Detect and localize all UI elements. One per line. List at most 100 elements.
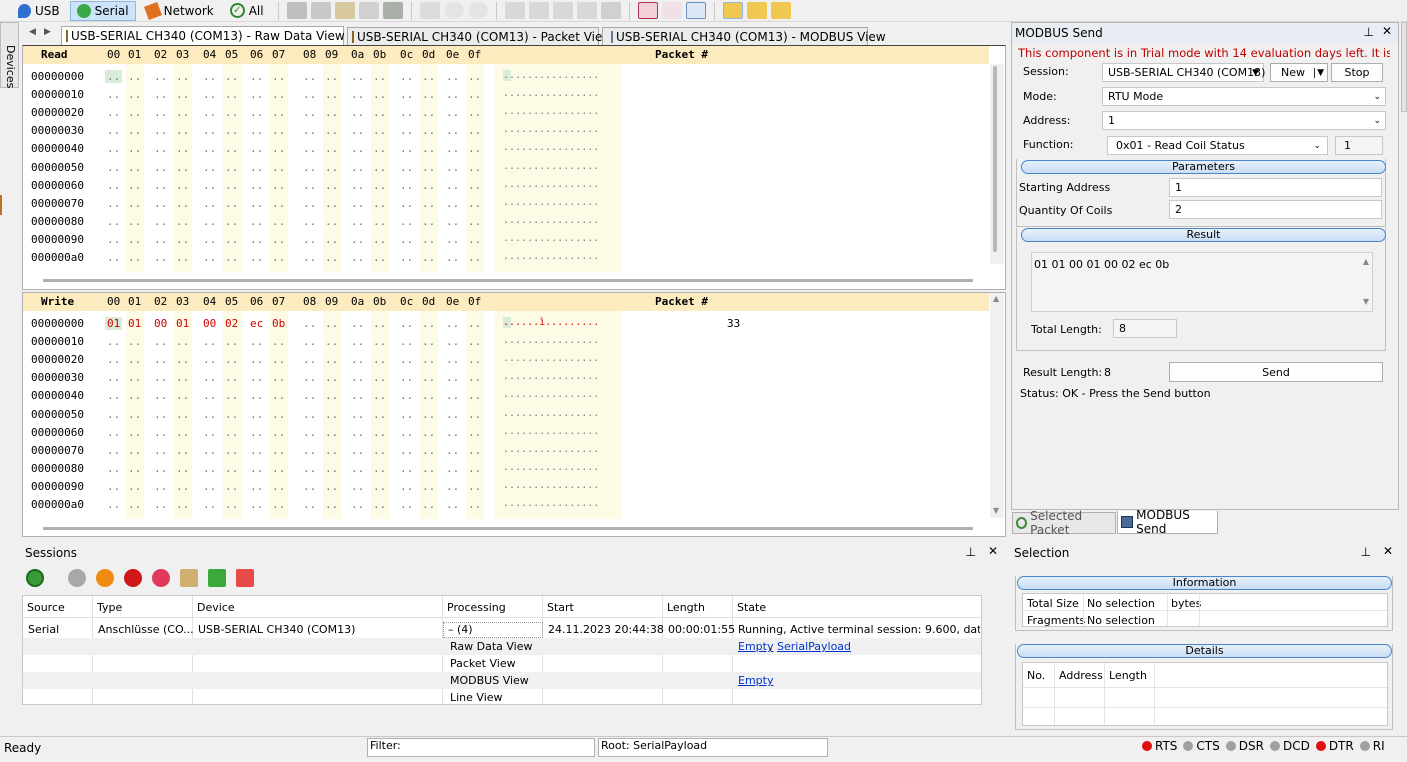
tab-modbus-view[interactable]: USB-SERIAL CH340 (COM13) - MODBUS View: [602, 27, 886, 45]
hex-byte[interactable]: ..: [128, 106, 141, 119]
hex-byte[interactable]: ..: [446, 480, 459, 493]
hex-byte[interactable]: ..: [272, 124, 285, 137]
hex-byte[interactable]: ..: [250, 371, 263, 384]
hex-byte[interactable]: ..: [351, 251, 364, 264]
hex-byte[interactable]: ..: [154, 215, 167, 228]
ascii-row[interactable]: ................: [503, 335, 599, 346]
hex-byte[interactable]: ..: [176, 124, 189, 137]
hex-byte[interactable]: ..: [272, 251, 285, 264]
hex-byte[interactable]: ..: [154, 124, 167, 137]
cursor-add-icon[interactable]: [552, 2, 573, 19]
hex-byte[interactable]: ..: [446, 142, 459, 155]
hex-byte[interactable]: ..: [422, 389, 435, 402]
hex-byte[interactable]: ..: [400, 124, 413, 137]
hex-byte[interactable]: ..: [325, 233, 338, 246]
ascii-row[interactable]: ................: [503, 251, 599, 262]
hex-byte[interactable]: ..: [468, 106, 481, 119]
sessions-col-state[interactable]: State: [737, 601, 766, 614]
hex-byte[interactable]: ..: [250, 389, 263, 402]
hex-byte[interactable]: ..: [154, 70, 167, 83]
hex-byte[interactable]: ..: [128, 444, 141, 457]
write-horizontal-scrollbar[interactable]: [43, 527, 973, 530]
hex-byte[interactable]: ..: [176, 335, 189, 348]
forward-icon[interactable]: [467, 2, 488, 19]
hex-byte[interactable]: ..: [154, 444, 167, 457]
hex-byte[interactable]: ..: [373, 353, 386, 366]
sessions-col-length[interactable]: Length: [667, 601, 705, 614]
hex-byte[interactable]: ..: [107, 371, 120, 384]
session-cell-type[interactable]: Anschlüsse (CO...: [98, 623, 194, 636]
hex-byte[interactable]: ..: [128, 371, 141, 384]
hex-byte[interactable]: ..: [468, 426, 481, 439]
hex-byte[interactable]: ..: [272, 444, 285, 457]
ascii-row[interactable]: ................: [503, 353, 599, 364]
hex-byte[interactable]: ..: [400, 444, 413, 457]
hex-byte[interactable]: ..: [373, 215, 386, 228]
hex-byte[interactable]: ..: [154, 251, 167, 264]
hex-byte[interactable]: ..: [107, 88, 120, 101]
hex-byte[interactable]: ..: [422, 444, 435, 457]
hex-byte[interactable]: ..: [373, 335, 386, 348]
hex-byte[interactable]: ..: [400, 70, 413, 83]
hex-byte[interactable]: ..: [351, 498, 364, 511]
close-panel-icon[interactable]: ✕: [1383, 544, 1393, 558]
pattern-icon[interactable]: [334, 2, 355, 19]
hex-byte[interactable]: ..: [203, 371, 216, 384]
hex-byte[interactable]: ..: [468, 197, 481, 210]
tab-raw-data-view[interactable]: USB-SERIAL CH340 (COM13) - Raw Data View…: [61, 26, 358, 45]
hex-byte[interactable]: ..: [154, 389, 167, 402]
hex-byte[interactable]: ..: [225, 408, 238, 421]
dropdown-arrow-icon[interactable]: ▼: [1314, 67, 1324, 78]
hex-byte[interactable]: ..: [128, 215, 141, 228]
hex-byte[interactable]: ..: [272, 88, 285, 101]
session-select[interactable]: USB-SERIAL CH340 (COM13) ▼: [1102, 63, 1265, 82]
hex-byte[interactable]: ..: [225, 335, 238, 348]
hex-byte[interactable]: ..: [325, 70, 338, 83]
hex-byte[interactable]: ..: [128, 251, 141, 264]
hex-byte[interactable]: ..: [154, 462, 167, 475]
hex-byte[interactable]: ..: [250, 233, 263, 246]
hex-byte[interactable]: ..: [203, 197, 216, 210]
hex-byte[interactable]: ..: [325, 353, 338, 366]
hex-byte[interactable]: ..: [351, 88, 364, 101]
hex-byte[interactable]: ..: [351, 426, 364, 439]
hex-byte[interactable]: ..: [468, 70, 481, 83]
hex-byte[interactable]: ..: [176, 142, 189, 155]
hex-byte[interactable]: ..: [351, 480, 364, 493]
hex-byte[interactable]: ..: [422, 142, 435, 155]
write-vertical-scrollbar[interactable]: ▲ ▼: [990, 293, 1004, 518]
add-icon[interactable]: [208, 569, 226, 587]
hex-byte[interactable]: ..: [351, 317, 364, 330]
all-filter-button[interactable]: ✓ All: [224, 1, 270, 21]
hex-byte[interactable]: ..: [303, 426, 316, 439]
hex-byte[interactable]: ..: [176, 233, 189, 246]
cursor-icon[interactable]: [504, 2, 525, 19]
hex-byte[interactable]: ..: [107, 444, 120, 457]
hex-byte[interactable]: ..: [446, 179, 459, 192]
hex-byte[interactable]: ..: [250, 426, 263, 439]
hex-byte[interactable]: ..: [446, 106, 459, 119]
hex-byte[interactable]: ..: [176, 498, 189, 511]
hex-byte[interactable]: ..: [154, 106, 167, 119]
hex-byte[interactable]: ..: [400, 179, 413, 192]
hex-byte[interactable]: ..: [468, 233, 481, 246]
sessions-col-device[interactable]: Device: [197, 601, 235, 614]
grid-icon[interactable]: [358, 2, 379, 19]
hex-byte[interactable]: ..: [351, 124, 364, 137]
hex-byte[interactable]: ..: [225, 426, 238, 439]
hex-byte[interactable]: ..: [303, 197, 316, 210]
ascii-row[interactable]: ................: [503, 444, 599, 455]
ascii-row[interactable]: ................: [503, 371, 599, 382]
back-icon[interactable]: [443, 2, 464, 19]
hex-byte[interactable]: ..: [422, 408, 435, 421]
hex-byte[interactable]: ..: [203, 142, 216, 155]
hex-byte[interactable]: ..: [400, 353, 413, 366]
hex-byte[interactable]: ..: [203, 161, 216, 174]
hex-byte[interactable]: ..: [203, 353, 216, 366]
ascii-row[interactable]: ................: [503, 70, 600, 81]
hex-byte[interactable]: ..: [468, 124, 481, 137]
hex-byte[interactable]: ..: [128, 70, 141, 83]
ascii-row[interactable]: ................: [503, 197, 599, 208]
hex-byte[interactable]: ..: [272, 142, 285, 155]
hex-byte[interactable]: ..: [128, 233, 141, 246]
